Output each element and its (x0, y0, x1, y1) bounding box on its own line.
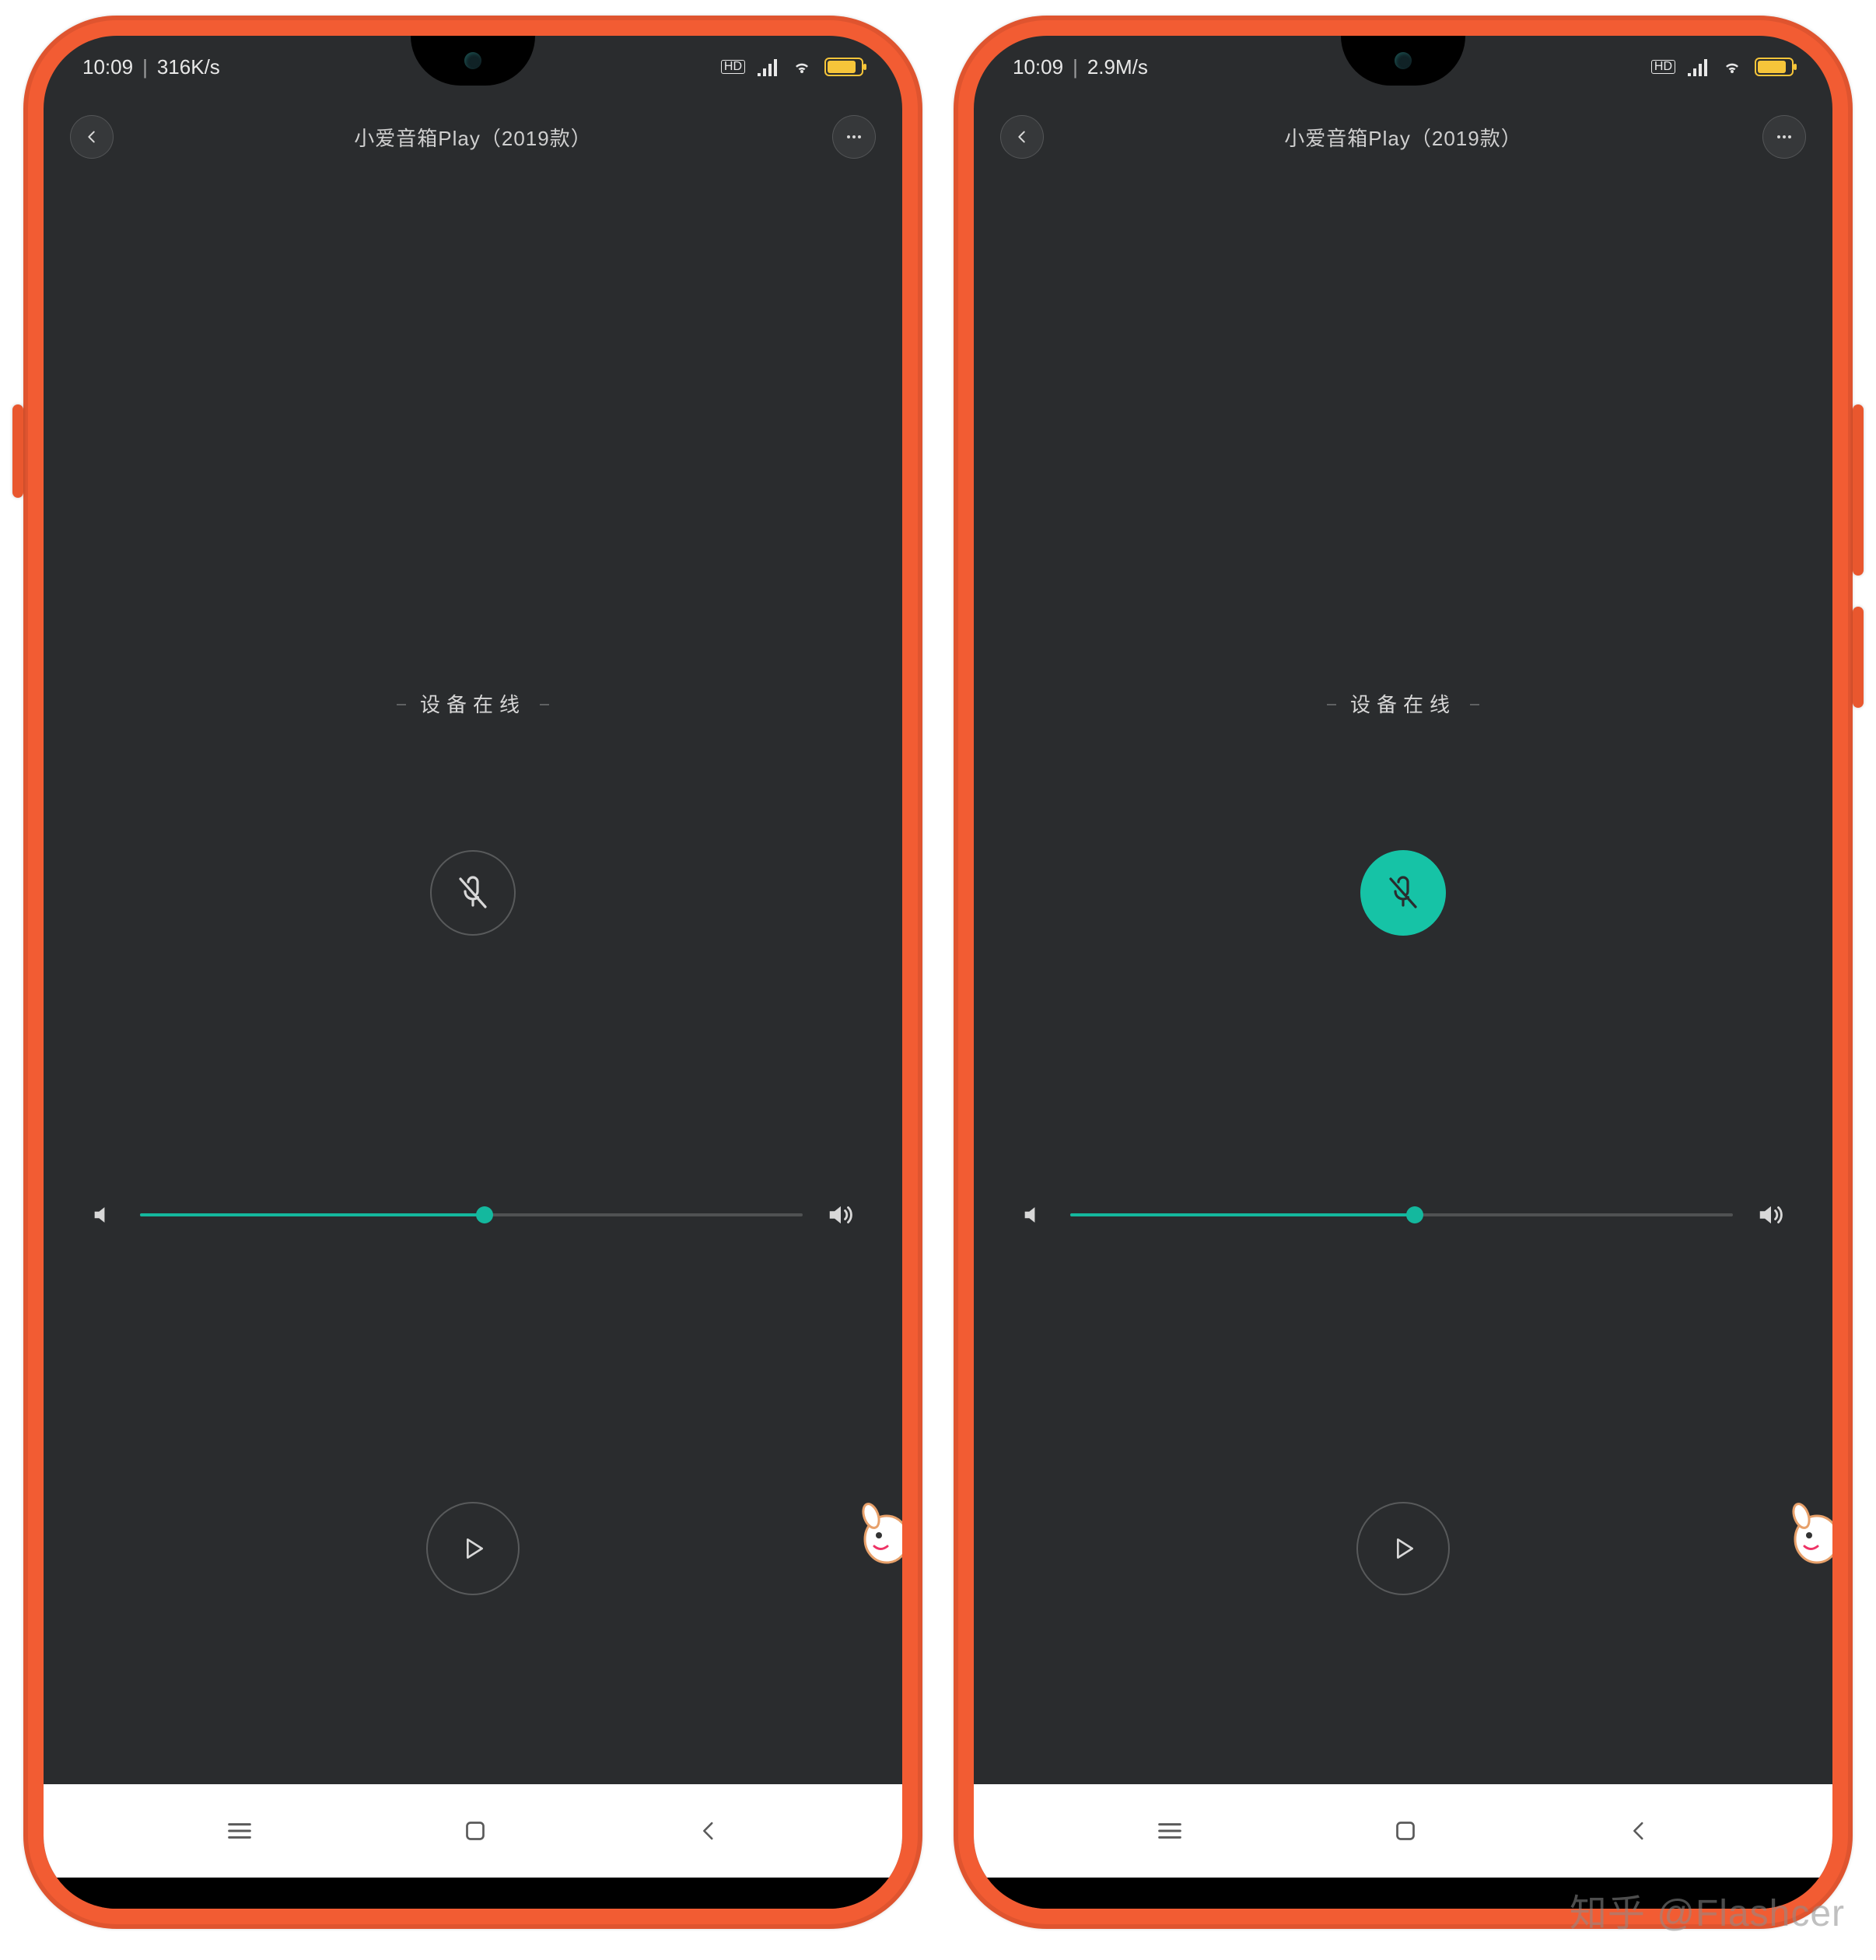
chevron-left-icon (83, 128, 100, 145)
battery-icon (1755, 58, 1794, 76)
title-bar: 小爱音箱Play（2019款） (44, 98, 902, 176)
phone-side-button (1853, 404, 1864, 576)
status-separator: | (142, 55, 148, 79)
chevron-left-icon (1013, 128, 1031, 145)
play-button[interactable] (426, 1502, 520, 1595)
volume-slider[interactable] (140, 1213, 803, 1216)
wifi-icon (790, 58, 814, 76)
chin (974, 1878, 1832, 1909)
status-net-speed: 316K/s (157, 55, 220, 79)
home-button[interactable] (1391, 1817, 1419, 1845)
wifi-icon (1720, 58, 1744, 76)
volume-low-icon[interactable] (1020, 1202, 1047, 1228)
screen: 10:09 | 316K/s HD 小爱音箱Play（2019款） 设备在线 (44, 36, 902, 1909)
status-separator: | (1073, 55, 1078, 79)
phone-side-button (1853, 607, 1864, 708)
device-status-label: 设备在线 (1350, 689, 1456, 718)
screen: 10:09 | 2.9M/s HD 小爱音箱Play（2019款） 设备在线 (974, 36, 1832, 1909)
mic-mute-button[interactable] (1360, 850, 1446, 936)
volume-high-icon[interactable] (826, 1200, 856, 1230)
volume-high-icon[interactable] (1756, 1200, 1786, 1230)
mascot-icon[interactable] (1786, 1496, 1832, 1566)
page-title: 小爱音箱Play（2019款） (114, 123, 832, 152)
status-net-speed: 2.9M/s (1087, 55, 1148, 79)
status-left: 10:09 | 316K/s (82, 55, 220, 79)
main-content: 设备在线 (44, 176, 902, 1784)
play-icon (1388, 1533, 1419, 1564)
chin (44, 1878, 902, 1909)
mic-mute-button[interactable] (430, 850, 516, 936)
hd-icon: HD (721, 60, 745, 74)
android-nav-bar (974, 1784, 1832, 1878)
mic-off-icon (454, 874, 492, 912)
recents-button[interactable] (1154, 1815, 1185, 1846)
mascot-icon[interactable] (856, 1496, 902, 1566)
signal-icon (756, 58, 779, 76)
recents-button[interactable] (224, 1815, 255, 1846)
more-horizontal-icon (1775, 128, 1794, 146)
title-bar: 小爱音箱Play（2019款） (974, 98, 1832, 176)
more-horizontal-icon (845, 128, 863, 146)
volume-control (974, 1200, 1832, 1230)
status-right: HD (721, 58, 863, 76)
phone-side-button (12, 404, 23, 498)
home-button[interactable] (461, 1817, 489, 1845)
battery-icon (824, 58, 863, 76)
status-left: 10:09 | 2.9M/s (1013, 55, 1148, 79)
volume-slider[interactable] (1070, 1213, 1733, 1216)
volume-low-icon[interactable] (90, 1202, 117, 1228)
more-button[interactable] (1762, 115, 1806, 159)
hd-icon: HD (1651, 60, 1675, 74)
back-nav-button[interactable] (695, 1818, 722, 1844)
play-button[interactable] (1356, 1502, 1450, 1595)
page-title: 小爱音箱Play（2019款） (1044, 123, 1762, 152)
main-content: 设备在线 (974, 176, 1832, 1784)
phone-frame-left: 10:09 | 316K/s HD 小爱音箱Play（2019款） 设备在线 (23, 16, 922, 1929)
status-time: 10:09 (1013, 55, 1063, 79)
back-nav-button[interactable] (1626, 1818, 1652, 1844)
back-button[interactable] (1000, 115, 1044, 159)
android-nav-bar (44, 1784, 902, 1878)
status-right: HD (1651, 58, 1794, 76)
volume-control (44, 1200, 902, 1230)
back-button[interactable] (70, 115, 114, 159)
more-button[interactable] (832, 115, 876, 159)
device-status-label: 设备在线 (420, 689, 526, 718)
mic-off-icon (1384, 874, 1422, 912)
phone-frame-right: 10:09 | 2.9M/s HD 小爱音箱Play（2019款） 设备在线 (954, 16, 1853, 1929)
play-icon (457, 1533, 488, 1564)
signal-icon (1686, 58, 1710, 76)
status-time: 10:09 (82, 55, 133, 79)
